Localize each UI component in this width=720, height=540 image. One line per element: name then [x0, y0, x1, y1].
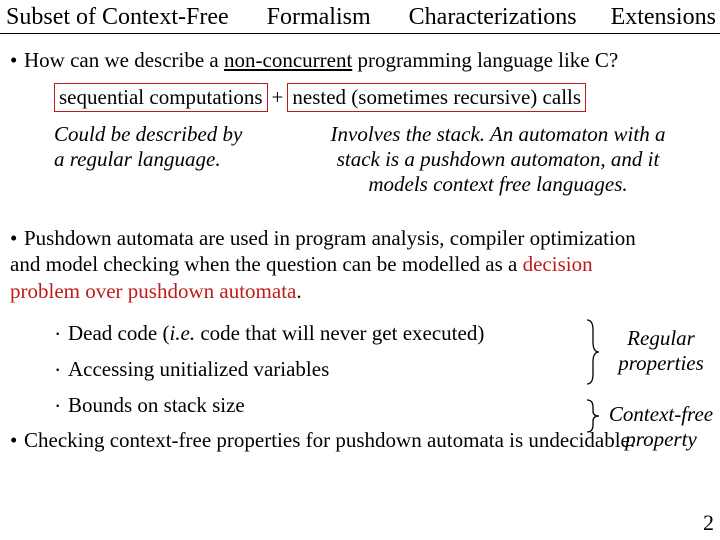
q-nonconcurrent: non-concurrent	[224, 48, 352, 72]
lab1a: Regular	[606, 326, 716, 351]
bullet-question: •How can we describe a non-concurrent pr…	[10, 48, 710, 73]
lab2b: property	[606, 427, 716, 452]
label-context-free: Context-free property	[606, 402, 716, 452]
examples-block: ·Dead code (i.e. code that will never ge…	[54, 320, 710, 418]
bullet-icon: •	[10, 225, 24, 251]
label-regular: Regular properties	[606, 326, 716, 376]
expl-right-l2: stack is a pushdown automaton, and it	[298, 147, 698, 172]
box-nested: nested (sometimes recursive) calls	[287, 83, 586, 112]
header-tab-characterizations: Characterizations	[409, 4, 577, 31]
header-tab-extensions: Extensions	[611, 4, 716, 31]
plus-sign: +	[268, 85, 288, 110]
p2-l1: Pushdown automata are used in program an…	[24, 226, 636, 250]
slide-content: •How can we describe a non-concurrent pr…	[0, 34, 720, 453]
expl-right-l3: models context free languages.	[298, 172, 698, 197]
section-header: Subset of Context-Free Formalism Charact…	[0, 0, 720, 34]
header-tab-formalism: Formalism	[267, 4, 371, 31]
example-bounds: ·Bounds on stack size	[54, 392, 594, 418]
e1c: code that will never get executed)	[195, 321, 484, 345]
dot-icon: ·	[54, 320, 68, 346]
explanation-row: Could be described by a regular language…	[54, 122, 710, 197]
p2-l3b: .	[296, 279, 301, 303]
header-tab-subset: Subset of Context-Free	[6, 4, 229, 31]
expl-left: Could be described by a regular language…	[54, 122, 298, 197]
brace-icon	[586, 398, 600, 434]
bullet-undecidable: •Checking context-free properties for pu…	[10, 428, 710, 453]
e2: Accessing unitialized variables	[68, 357, 329, 381]
dot-icon: ·	[54, 392, 68, 418]
box-sequential: sequential computations	[54, 83, 268, 112]
e1a: Dead code (	[68, 321, 169, 345]
p2-l2a: and model checking when the question can…	[10, 252, 523, 276]
e3: Bounds on stack size	[68, 393, 245, 417]
bullet-pushdown: •Pushdown automata are used in program a…	[10, 225, 710, 304]
example-uninit: ·Accessing unitialized variables	[54, 356, 594, 382]
expl-left-l2: a regular language.	[54, 147, 288, 172]
p2-l2b: decision	[523, 252, 593, 276]
example-dead-code: ·Dead code (i.e. code that will never ge…	[54, 320, 594, 346]
lab1b: properties	[606, 351, 716, 376]
highlight-row: sequential computations + nested (someti…	[54, 83, 710, 112]
bullet-icon: •	[10, 48, 24, 73]
final-text: Checking context-free properties for pus…	[24, 428, 635, 452]
p2-l3a: problem over pushdown automata	[10, 279, 296, 303]
expl-left-l1: Could be described by	[54, 122, 288, 147]
expl-right: Involves the stack. An automaton with a …	[298, 122, 698, 197]
dot-icon: ·	[54, 356, 68, 382]
page-number: 2	[703, 510, 714, 536]
brace-icon	[586, 318, 600, 386]
lab2a: Context-free	[606, 402, 716, 427]
expl-right-l1: Involves the stack. An automaton with a	[298, 122, 698, 147]
e1b: i.e.	[169, 321, 195, 345]
q-pre: How can we describe a	[24, 48, 224, 72]
q-post: programming language like C?	[352, 48, 618, 72]
bullet-icon: •	[10, 428, 24, 453]
